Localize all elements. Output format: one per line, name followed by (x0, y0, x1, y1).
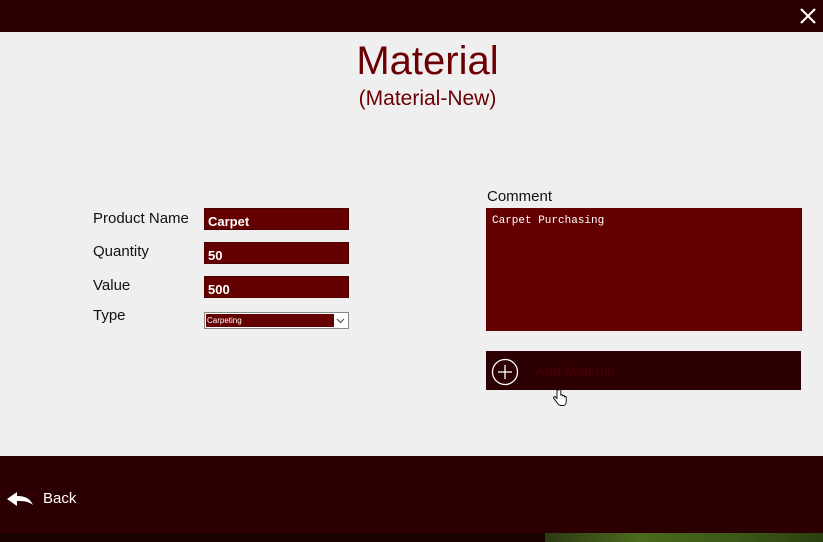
type-label: Type (93, 307, 126, 324)
product-name-field[interactable] (204, 208, 349, 230)
page-subtitle: (Material-New) (358, 87, 497, 110)
value-field[interactable] (204, 276, 349, 298)
bottom-bar: Back (0, 456, 823, 542)
comment-field[interactable]: Carpet Purchasing (486, 208, 802, 331)
title-bar (0, 0, 823, 32)
comment-label: Comment (487, 188, 553, 205)
chevron-down-icon (336, 318, 345, 324)
back-label: Back (43, 490, 77, 507)
close-button[interactable] (797, 5, 819, 27)
taskbar (0, 533, 823, 542)
value-label: Value (93, 277, 131, 294)
product-name-label: Product Name (93, 210, 189, 227)
desktop-background-strip (545, 533, 823, 542)
plus-circle-icon (491, 358, 519, 386)
back-arrow-icon (7, 492, 33, 506)
hand-cursor-icon (553, 388, 567, 406)
quantity-field[interactable] (204, 242, 349, 264)
add-material-label: Add Material (536, 363, 615, 379)
type-select[interactable]: Carpeting (204, 312, 349, 329)
add-material-button[interactable]: Add Material (486, 351, 801, 390)
type-selected-value: Carpeting (206, 314, 334, 327)
close-icon (800, 8, 816, 24)
quantity-label: Quantity (93, 243, 149, 260)
page-title: Material (356, 39, 499, 83)
